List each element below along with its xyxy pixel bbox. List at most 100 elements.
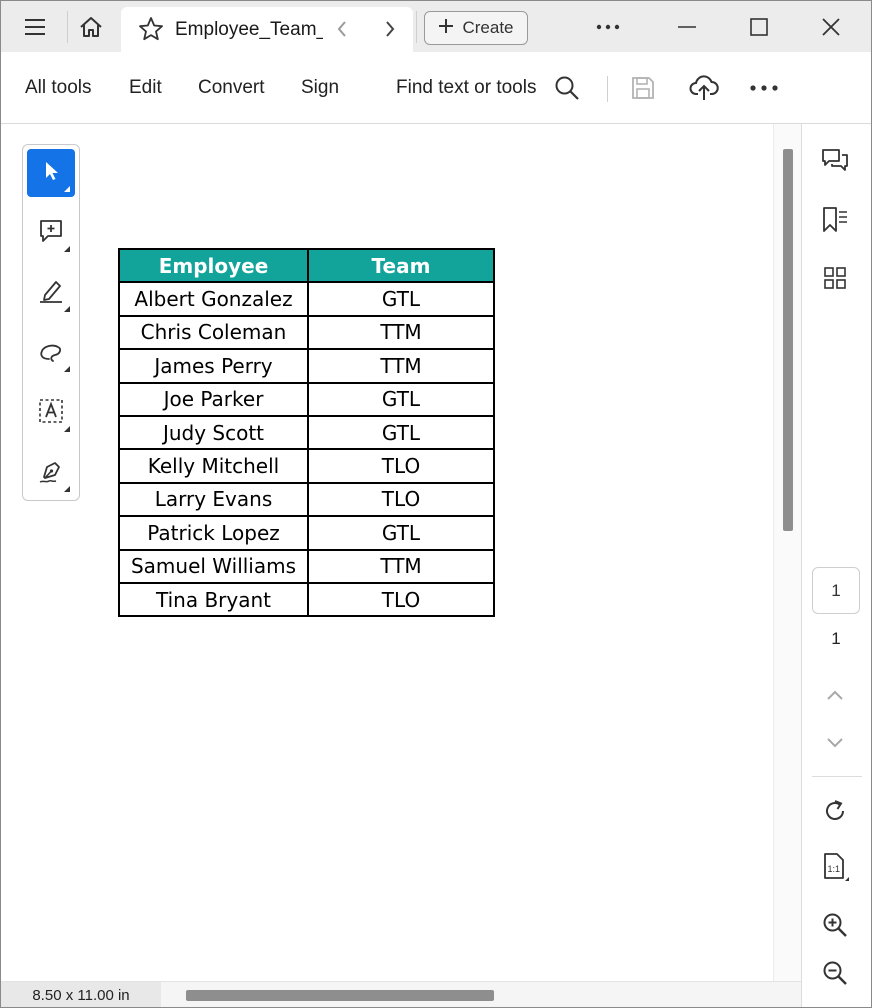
star-icon[interactable] [137,15,165,48]
text-select-tool[interactable] [27,389,75,437]
tool-menu-indicator [64,186,70,192]
divider [67,11,68,43]
draw-tool[interactable] [27,329,75,377]
right-rail: 1 1 1:1 [801,124,871,1007]
tool-menu-indicator [64,246,70,252]
table-row: Judy Scott GTL [118,414,495,451]
team-cell: GTL [307,281,495,317]
highlight-tool[interactable] [27,269,75,317]
employee-cell: Tina Bryant [118,581,309,618]
employee-cell: James Perry [118,348,309,384]
sign-icon [37,457,65,490]
add-comment-tool[interactable] [27,209,75,257]
select-cursor-icon [40,159,62,188]
employee-cell: Samuel Williams [118,548,309,584]
column-header-team: Team [307,247,495,284]
bookmarks-icon[interactable] [815,200,855,240]
text-select-icon [37,397,65,430]
employee-cell: Albert Gonzalez [118,281,309,317]
tab-title: Employee_Team_ [175,19,323,40]
table-header-row: Employee Team [118,247,495,284]
team-cell: TLO [307,448,495,484]
menu-sign[interactable]: Sign [301,77,339,99]
vertical-scrollbar[interactable] [773,124,801,981]
chevron-down-icon[interactable] [815,723,855,763]
current-page-input[interactable]: 1 [812,567,860,614]
cloud-upload-icon[interactable] [687,70,721,106]
quick-tools-panel [22,144,80,501]
table-row: James Perry TTM [118,348,495,384]
tool-menu-indicator [64,306,70,312]
team-cell: TLO [307,581,495,618]
zoom-out-icon[interactable] [815,953,855,993]
employee-cell: Judy Scott [118,414,309,451]
table-row: Kelly Mitchell TLO [118,448,495,484]
create-label: Create [462,18,514,37]
sign-tool[interactable] [27,449,75,497]
table-row: Tina Bryant TLO [118,581,495,618]
employee-cell: Larry Evans [118,481,309,518]
table-row: Albert Gonzalez GTL [118,281,495,317]
chevron-up-icon[interactable] [815,675,855,715]
employee-team-table: Employee Team Albert Gonzalez GTL Chris C… [118,247,495,618]
team-cell: GTL [307,515,495,551]
svg-text:1:1: 1:1 [828,864,841,874]
fit-page-icon[interactable]: 1:1 [815,847,855,887]
thumbnails-icon[interactable] [815,258,855,298]
table-row: Samuel Williams TTM [118,548,495,584]
plus-icon [438,18,454,39]
divider [607,76,608,102]
chevron-right-icon[interactable] [383,19,397,44]
home-icon[interactable] [71,1,111,52]
team-cell: TTM [307,348,495,384]
create-button[interactable]: Create [424,11,528,45]
search-icon[interactable] [551,70,583,106]
select-tool[interactable] [27,149,75,197]
vertical-scroll-thumb[interactable] [783,149,793,531]
team-cell: TLO [307,481,495,518]
more-icon[interactable] [591,1,625,52]
divider [812,776,862,777]
table-row: Joe Parker GTL [118,381,495,417]
page-size-label: 8.50 x 11.00 in [1,982,161,1007]
horizontal-scroll-thumb[interactable] [186,990,494,1001]
employee-cell: Patrick Lopez [118,515,309,551]
total-pages: 1 [831,629,841,648]
team-cell: TTM [307,548,495,584]
maximize-icon[interactable] [741,1,777,52]
refresh-icon[interactable] [815,791,855,831]
menu-edit[interactable]: Edit [129,77,162,99]
status-bar: 8.50 x 11.00 in [1,981,801,1007]
document-tab[interactable]: Employee_Team_ [121,7,413,52]
close-icon[interactable] [813,1,849,52]
team-cell: GTL [307,414,495,451]
tool-menu-indicator [64,366,70,372]
employee-cell: Joe Parker [118,381,309,417]
menu-all-tools[interactable]: All tools [25,77,92,99]
menu-convert[interactable]: Convert [198,77,265,99]
comments-icon[interactable] [815,141,855,181]
find-text-or-tools[interactable]: Find text or tools [396,77,536,99]
team-cell: TTM [307,314,495,351]
minimize-icon[interactable] [669,1,705,52]
draw-icon [37,337,65,370]
title-bar: Employee_Team_ Create [1,1,871,52]
tool-menu-indicator [64,426,70,432]
divider [416,11,417,43]
table-row: Larry Evans TLO [118,481,495,518]
zoom-in-icon[interactable] [815,905,855,945]
add-comment-icon [37,217,65,250]
table-row: Patrick Lopez GTL [118,515,495,551]
save-icon[interactable] [627,70,659,106]
app-window: Employee_Team_ Create All tools Edit Con… [0,0,872,1008]
chevron-left-icon[interactable] [335,19,349,44]
menu-bar: All tools Edit Convert Sign Find text or… [1,52,871,124]
employee-cell: Chris Coleman [118,314,309,351]
more-icon[interactable] [747,70,781,106]
column-header-employee: Employee [118,247,309,284]
team-cell: GTL [307,381,495,417]
table-row: Chris Coleman TTM [118,314,495,351]
employee-cell: Kelly Mitchell [118,448,309,484]
highlight-icon [37,277,65,310]
hamburger-menu-icon[interactable] [15,1,55,52]
